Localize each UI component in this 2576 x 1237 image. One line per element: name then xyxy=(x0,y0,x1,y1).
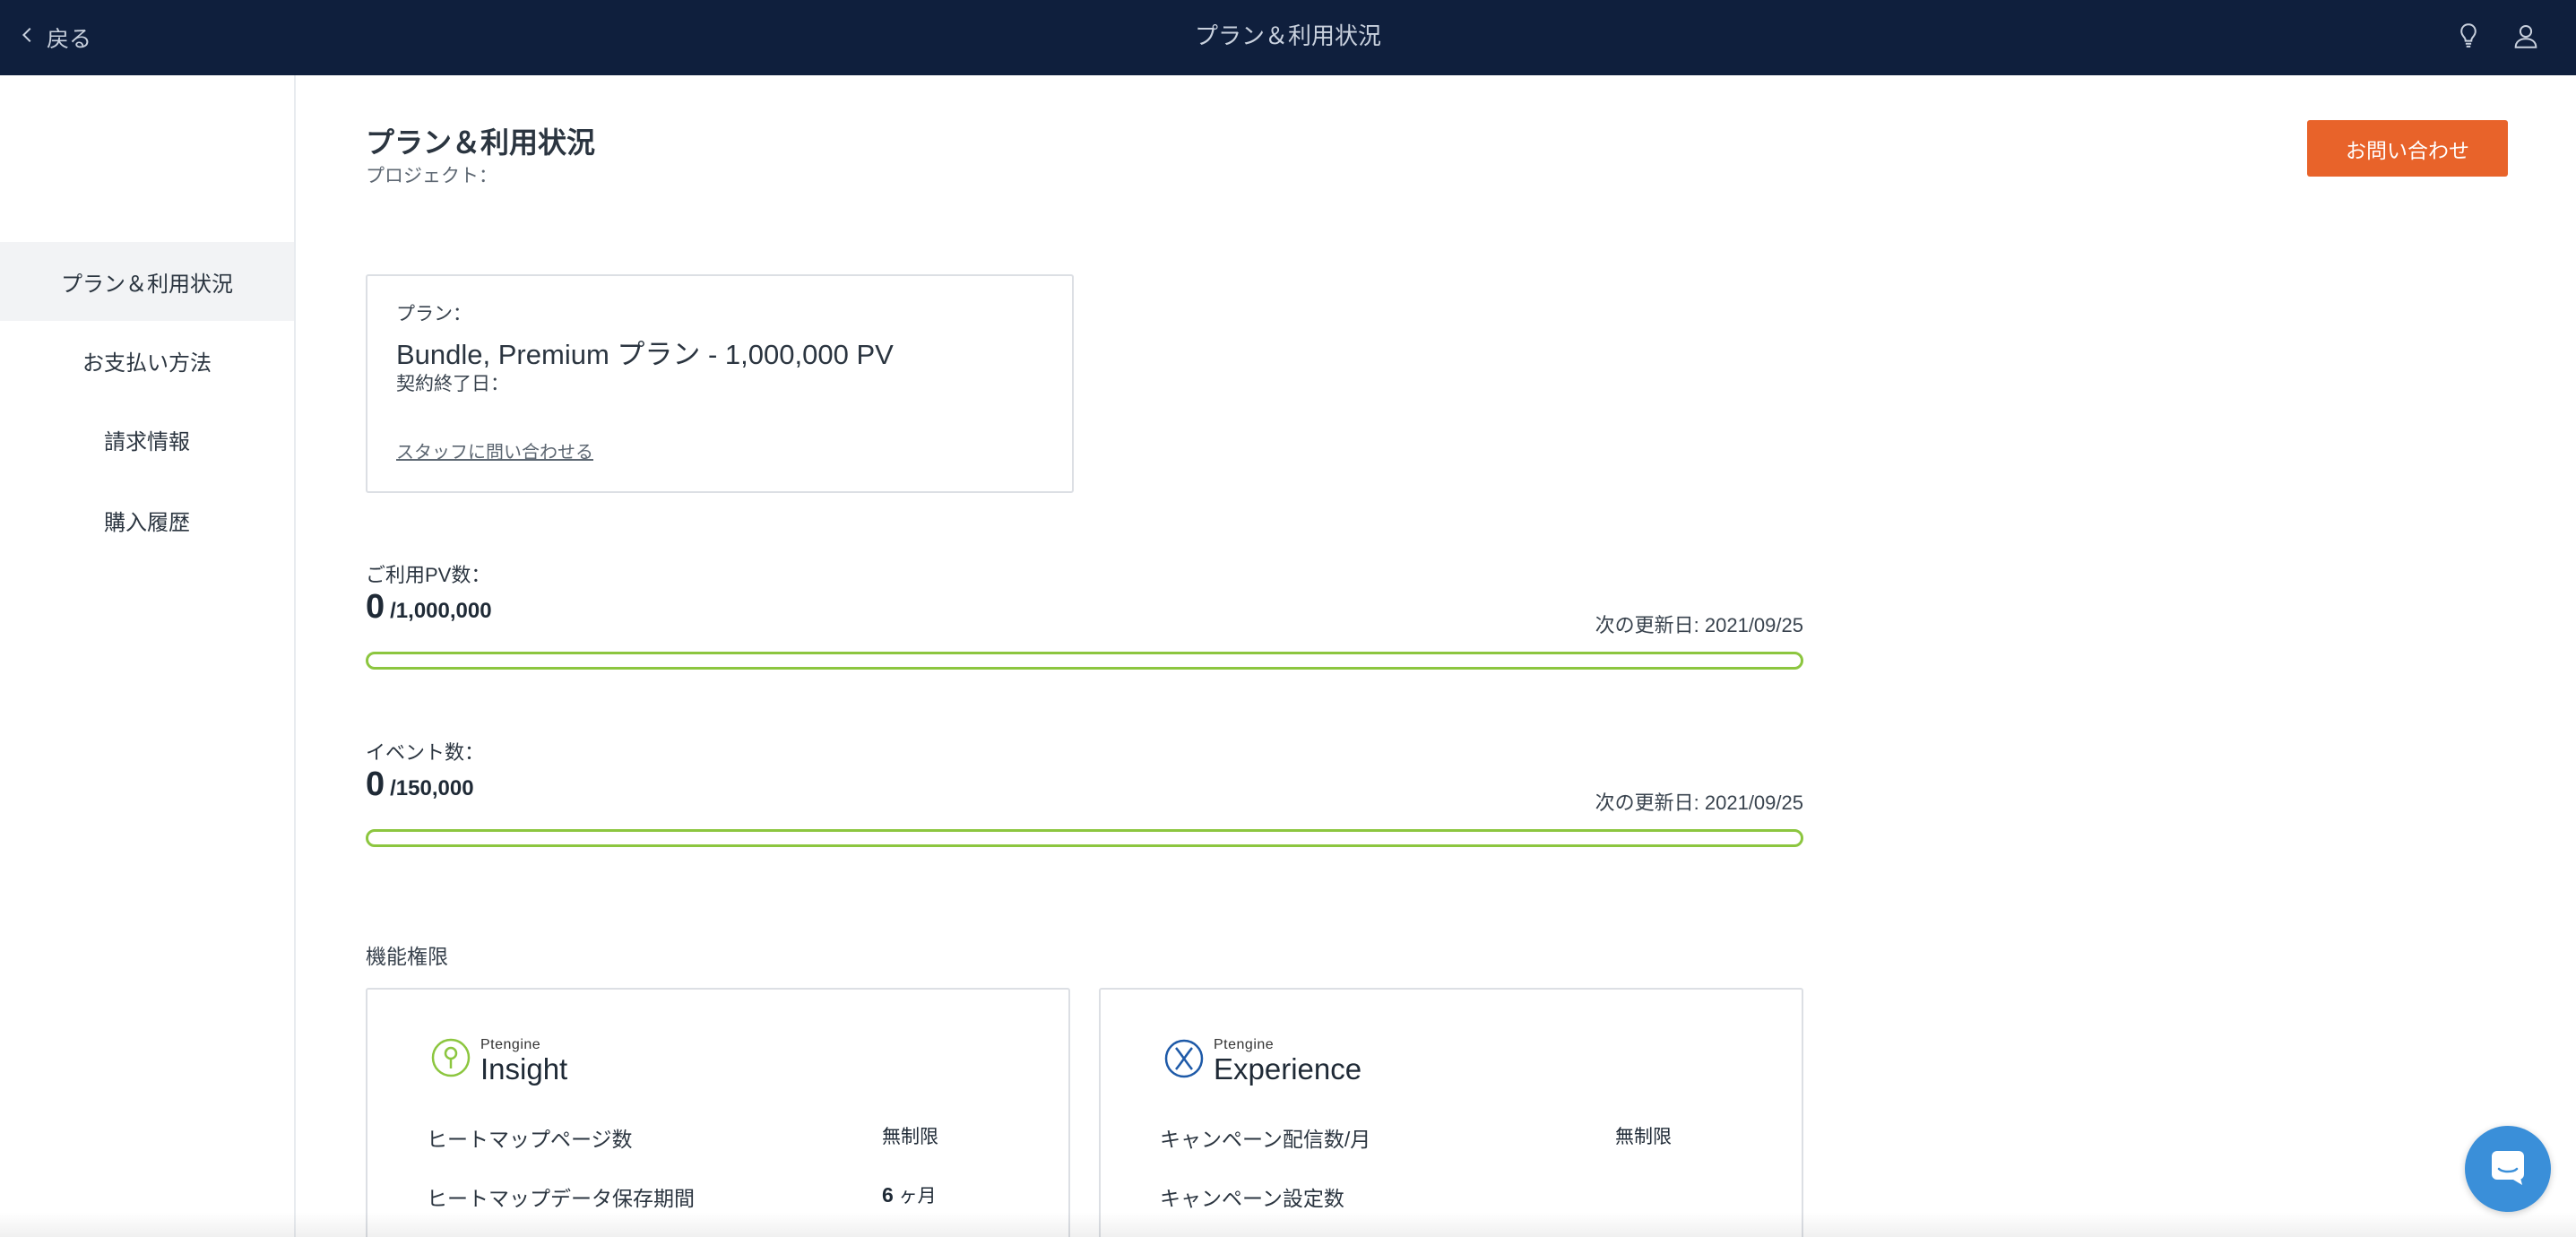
contract-end-label: 契約終了日： xyxy=(396,374,509,394)
chat-launcher-button[interactable] xyxy=(2465,1126,2551,1212)
insight-logo: Ptengine Insight xyxy=(428,1036,567,1086)
pv-used: 0 xyxy=(366,588,385,626)
events-next-update: 次の更新日: 2021/09/25 xyxy=(1595,792,1803,814)
pv-next-update: 次の更新日: 2021/09/25 xyxy=(1595,614,1803,636)
pv-limit: /1,000,000 xyxy=(390,599,492,623)
pv-usage-label: ご利用PV数： xyxy=(366,564,491,586)
experience-brand-small: Ptengine xyxy=(1214,1037,1275,1052)
experience-logo: Ptengine Experience xyxy=(1162,1036,1361,1086)
events-progress-bar xyxy=(366,829,1803,847)
feature-name: キャンペーン設定数 xyxy=(1160,1187,1344,1210)
feature-row: キャンペーン配信数/月 無制限 xyxy=(1160,1122,1751,1158)
pv-progress-bar xyxy=(366,652,1803,670)
feature-value: 無制限 xyxy=(1615,1127,1672,1147)
sidebar-item-purchase-history[interactable]: 購入履歴 xyxy=(0,480,294,559)
sidebar: プラン＆利用状況 お支払い方法 請求情報 購入履歴 xyxy=(0,75,296,1237)
top-bar: 戻る プラン＆利用状況 xyxy=(0,0,2576,75)
experience-x-icon xyxy=(1162,1036,1206,1086)
plan-card: プラン： Bundle, Premium プラン - 1,000,000 PV … xyxy=(366,274,1074,493)
plan-name: Bundle, Premium プラン - 1,000,000 PV xyxy=(396,339,894,370)
feature-value: 無制限 xyxy=(882,1127,938,1147)
event-usage-label: イベント数： xyxy=(366,741,485,764)
contact-staff-link[interactable]: スタッフに問い合わせる xyxy=(396,437,593,463)
sidebar-item-label: 請求情報 xyxy=(104,429,190,454)
feature-name: キャンペーン配信数/月 xyxy=(1160,1128,1371,1151)
contact-button[interactable]: お問い合わせ xyxy=(2307,120,2508,177)
chat-icon xyxy=(2486,1146,2529,1193)
sidebar-item-label: お支払い方法 xyxy=(82,350,212,376)
feature-permissions-heading: 機能権限 xyxy=(366,945,448,968)
sidebar-item-label: プラン＆利用状況 xyxy=(61,272,233,297)
feature-name: ヒートマップデータ保存期間 xyxy=(427,1187,695,1210)
lightbulb-icon[interactable] xyxy=(2451,18,2486,54)
insight-feature-card: Ptengine Insight ヒートマップページ数 無制限 ヒートマップデー… xyxy=(366,988,1070,1237)
plan-label: プラン： xyxy=(396,304,471,324)
experience-brand-name: Experience xyxy=(1214,1052,1362,1086)
page-title: プラン＆利用状況 xyxy=(366,126,596,159)
user-icon[interactable] xyxy=(2508,18,2544,54)
feature-name: ヒートマップページ数 xyxy=(427,1128,633,1151)
sidebar-item-plan-usage[interactable]: プラン＆利用状況 xyxy=(0,242,294,321)
sidebar-item-billing-info[interactable]: 請求情報 xyxy=(0,400,294,479)
event-usage-count: 0 /150,000 xyxy=(366,766,474,804)
placeholder-box xyxy=(1552,1174,1757,1221)
feature-value: 6 ヶ月 xyxy=(882,1183,937,1207)
topbar-title: プラン＆利用状況 xyxy=(1194,22,1381,49)
feature-row: ヒートマップデータ保存期間 6 ヶ月 xyxy=(427,1181,1018,1217)
events-limit: /150,000 xyxy=(390,776,474,800)
feature-row: ヒートマップページ数 無制限 xyxy=(427,1122,1018,1158)
insight-brand-name: Insight xyxy=(480,1052,568,1086)
events-used: 0 xyxy=(366,766,385,803)
sidebar-item-label: 購入履歴 xyxy=(104,510,190,535)
insight-bulb-icon xyxy=(428,1036,473,1086)
project-label: プロジェクト： xyxy=(366,166,497,186)
sidebar-item-payment-method[interactable]: お支払い方法 xyxy=(0,321,294,400)
pv-usage-count: 0 /1,000,000 xyxy=(366,588,492,627)
insight-brand-small: Ptengine xyxy=(480,1037,541,1052)
